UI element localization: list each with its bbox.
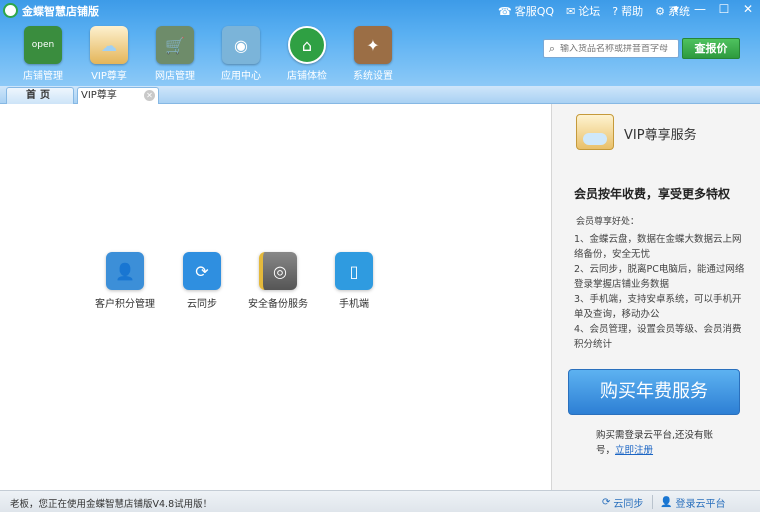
help-icon: ?	[612, 4, 619, 18]
cloud-sync-small-icon: ⟳	[602, 497, 611, 508]
app-center-icon: ◉	[222, 26, 260, 64]
help-label: 帮助	[621, 5, 644, 18]
window-controls: ▾ — ☐ ✕	[664, 0, 760, 20]
customer-points-glyph: 👤	[115, 261, 135, 281]
tab-home[interactable]: 首页	[6, 87, 74, 104]
main-content: 👤 客户积分管理 ⟳ 云同步 ◎ 安全备份服务 ▯ 手机端	[0, 104, 551, 490]
feature-secure-backup[interactable]: ◎ 安全备份服务	[238, 252, 318, 310]
title-bar: 金蝶智慧店铺版 ☎ 客服QQ ✉ 论坛 ? 帮助 ⚙ 系统 ▾ — ☐ ✕	[0, 0, 760, 22]
search-box: ⌕	[543, 39, 679, 58]
benefits-list: 1、金蝶云盘，数据在金蝶大数据云上网络备份，安全无忧 2、云同步，脱离PC电脑后…	[574, 232, 750, 352]
user-icon: 👤	[660, 497, 673, 508]
top-toolbar-area: 金蝶智慧店铺版 ☎ 客服QQ ✉ 论坛 ? 帮助 ⚙ 系统 ▾ — ☐ ✕ op…	[0, 0, 760, 86]
mobile-glyph: ▯	[349, 261, 359, 281]
toolbar-settings[interactable]: ✦ 系统设置	[340, 24, 406, 82]
feature-label: 云同步	[187, 299, 217, 310]
toolbar-label: 网店管理	[155, 71, 195, 82]
title-links: ☎ 客服QQ ✉ 论坛 ? 帮助 ⚙ 系统	[498, 3, 690, 19]
benefit-item: 3、手机端，支持安卓系统，可以手机开单及查询，移动办公	[574, 294, 742, 320]
login-note: 购买需登录云平台,还没有账号，立即注册	[596, 428, 716, 458]
vip-slogan: 会员按年收费，享受更多特权	[574, 187, 731, 201]
tab-vip-label: VIP尊享	[81, 90, 117, 101]
status-login-label: 登录云平台	[675, 499, 726, 510]
toolbar-store-check[interactable]: ⌂ 店铺体检	[274, 24, 340, 82]
vip-cloud-icon	[576, 114, 614, 150]
toolbar-label: 店铺管理	[23, 71, 63, 82]
app-logo-icon	[3, 3, 18, 18]
cart-icon-glyph: 🛒	[165, 35, 185, 55]
maximize-button[interactable]: ☐	[712, 0, 736, 20]
benefits-title: 会员尊享好处：	[576, 217, 640, 227]
toolbar-label: 店铺体检	[287, 71, 327, 82]
home-check-icon: ⌂	[288, 26, 326, 64]
toolbar-label: VIP尊享	[91, 71, 127, 82]
dropdown-menu-button[interactable]: ▾	[664, 0, 688, 20]
customer-points-icon: 👤	[106, 252, 144, 290]
store-icon-glyph: open	[31, 40, 55, 50]
cloud-sync-icon: ⟳	[183, 252, 221, 290]
toolbox-icon-glyph: ✦	[366, 35, 380, 55]
toolbar-vip[interactable]: ☁ VIP尊享	[76, 24, 142, 82]
store-icon: open	[24, 26, 62, 64]
toolbar-app-center[interactable]: ◉ 应用中心	[208, 24, 274, 82]
register-link[interactable]: 立即注册	[615, 445, 653, 456]
safe-icon: ◎	[259, 252, 297, 290]
help-link[interactable]: ? 帮助	[612, 3, 643, 19]
status-login-cloud[interactable]: 👤 登录云平台	[660, 495, 725, 510]
safe-glyph: ◎	[273, 261, 287, 281]
minimize-button[interactable]: —	[688, 0, 712, 20]
toolbar-label: 应用中心	[221, 71, 261, 82]
feature-label: 手机端	[339, 299, 369, 310]
benefit-item: 1、金蝶云盘，数据在金蝶大数据云上网络备份，安全无忧	[574, 234, 742, 260]
status-message: 老板，您正在使用金蝶智慧店铺版V4.8试用版！	[10, 499, 213, 510]
search-input[interactable]	[560, 43, 676, 54]
vip-icon: ☁	[90, 26, 128, 64]
buy-annual-service-button[interactable]: 购买年费服务	[568, 369, 740, 415]
toolbar-store-management[interactable]: open 店铺管理	[10, 24, 76, 82]
headset-icon: ☎	[498, 4, 512, 18]
search-icon: ⌕	[548, 41, 556, 55]
toolbar-label: 系统设置	[353, 71, 393, 82]
tab-bar: 首页 VIP尊享 ✕	[0, 86, 760, 104]
benefit-item: 4、会员管理，设置会员等级、会员消费积分统计	[574, 324, 742, 350]
toolbar-online-store[interactable]: 🛒 网店管理	[142, 24, 208, 82]
feature-customer-points[interactable]: 👤 客户积分管理	[85, 252, 165, 310]
vip-icon-glyph: ☁	[101, 35, 117, 55]
home-icon-glyph: ⌂	[301, 35, 313, 55]
forum-label: 论坛	[578, 5, 601, 18]
tab-vip[interactable]: VIP尊享 ✕	[77, 87, 159, 104]
check-price-button[interactable]: 查报价	[682, 38, 740, 59]
benefit-item: 2、云同步，脱离PC电脑后，能通过网络登录掌握店铺业务数据	[574, 264, 745, 290]
feature-label: 安全备份服务	[248, 299, 308, 310]
status-cloud-sync[interactable]: ⟳ 云同步	[602, 495, 643, 510]
status-sync-label: 云同步	[613, 499, 644, 510]
main-toolbar: open 店铺管理 ☁ VIP尊享 🛒 网店管理 ◉ 应用中心 ⌂ 店铺体检 ✦…	[10, 24, 406, 82]
customer-service-label: 客服QQ	[514, 5, 555, 18]
close-button[interactable]: ✕	[736, 0, 760, 20]
customer-service-link[interactable]: ☎ 客服QQ	[498, 3, 554, 19]
app-title: 金蝶智慧店铺版	[22, 5, 99, 18]
vip-panel: VIP尊享服务 会员按年收费，享受更多特权 会员尊享好处： 1、金蝶云盘，数据在…	[551, 104, 760, 490]
forum-icon: ✉	[566, 4, 576, 18]
toolbox-icon: ✦	[354, 26, 392, 64]
feature-mobile[interactable]: ▯ 手机端	[314, 252, 394, 310]
tab-close-icon[interactable]: ✕	[144, 90, 155, 101]
forum-link[interactable]: ✉ 论坛	[566, 3, 600, 19]
feature-cloud-sync[interactable]: ⟳ 云同步	[162, 252, 242, 310]
vip-panel-title: VIP尊享服务	[624, 128, 697, 143]
app-center-icon-glyph: ◉	[234, 35, 248, 55]
status-divider	[652, 495, 653, 509]
feature-label: 客户积分管理	[95, 299, 155, 310]
cloud-sync-glyph: ⟳	[195, 261, 209, 281]
shopping-cart-icon: 🛒	[156, 26, 194, 64]
status-bar: 老板，您正在使用金蝶智慧店铺版V4.8试用版！ ⟳ 云同步 👤 登录云平台	[0, 490, 760, 512]
mobile-icon: ▯	[335, 252, 373, 290]
login-note-text: 购买需登录云平台,还没有账号，	[596, 430, 714, 456]
